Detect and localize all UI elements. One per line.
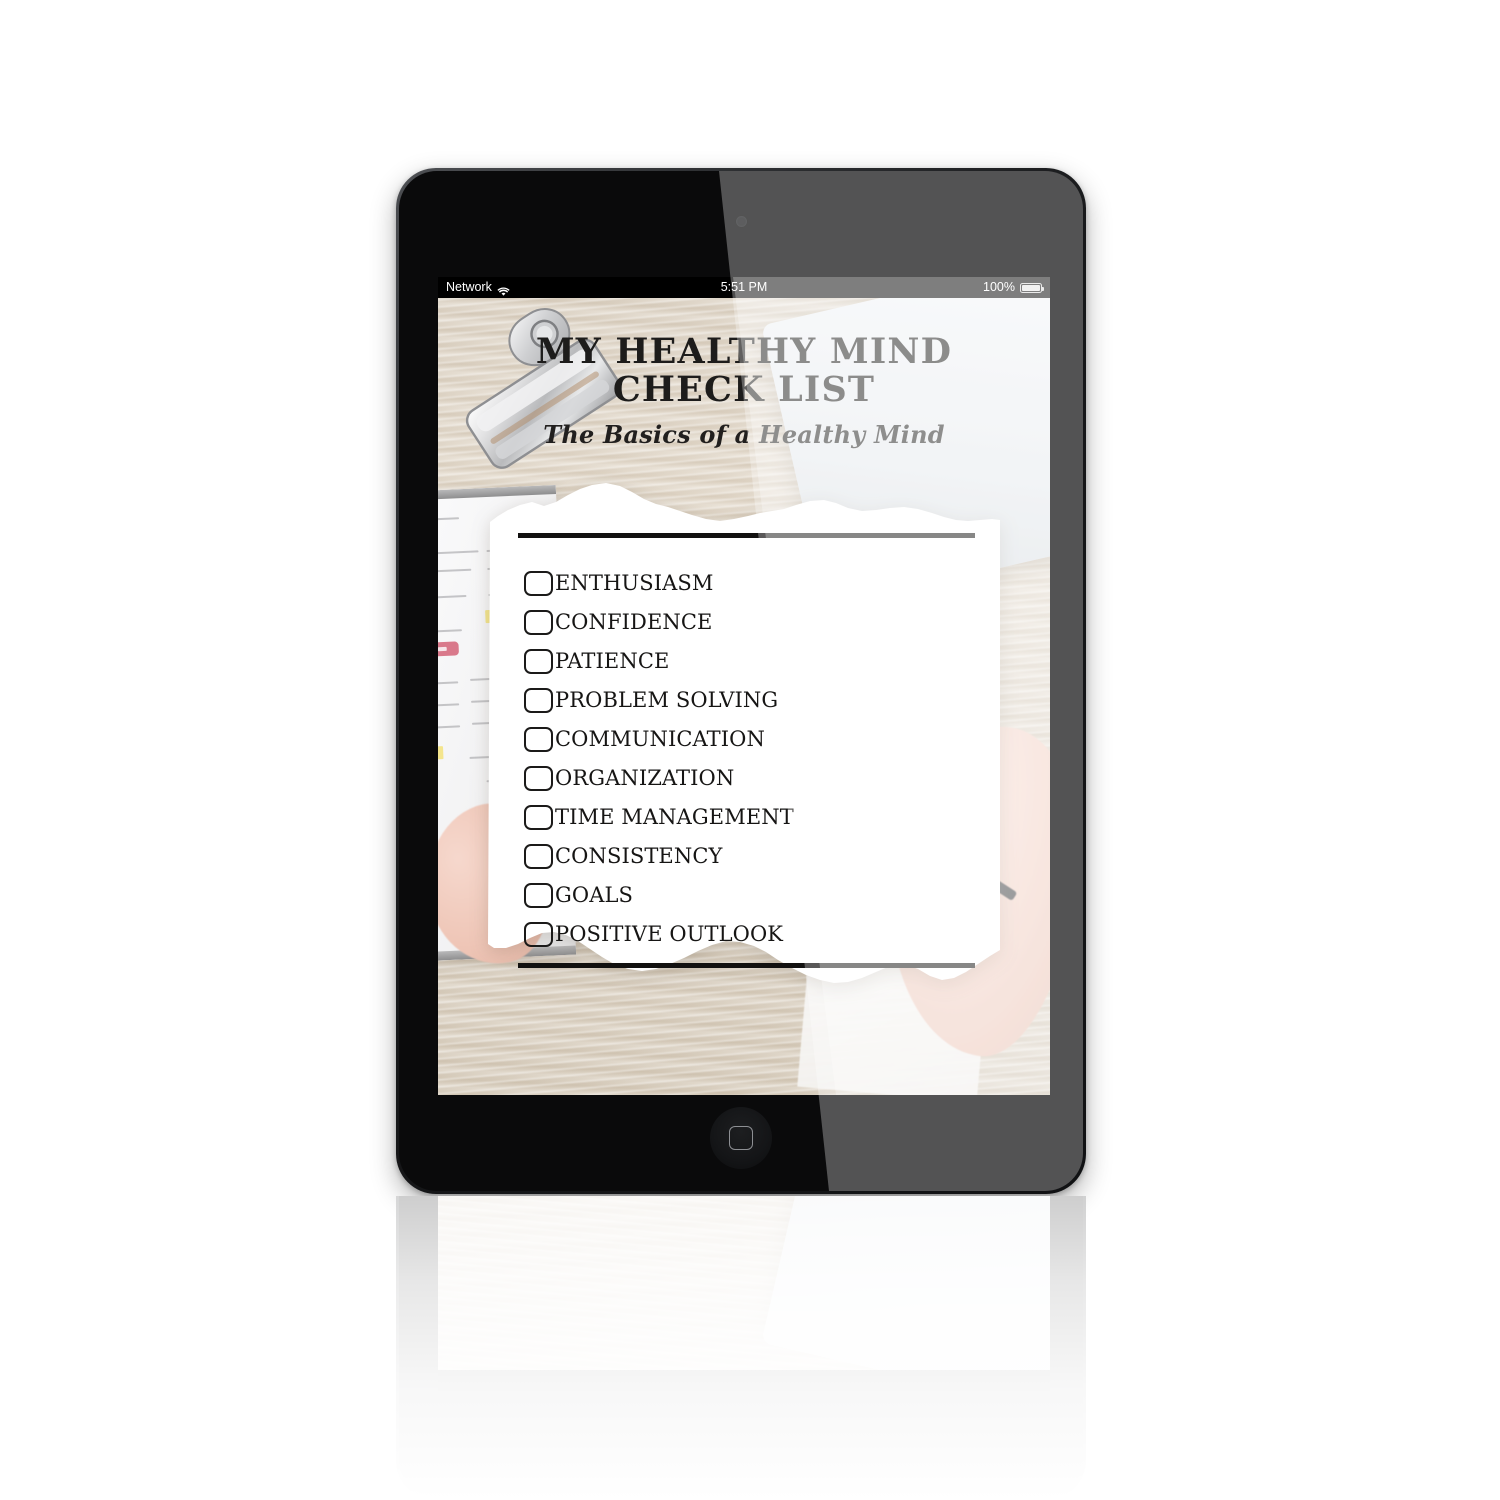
home-button[interactable]: [710, 1107, 772, 1169]
checkbox-goals[interactable]: [524, 883, 553, 908]
binder-clip-icon: [456, 304, 656, 479]
checkbox-patience[interactable]: [524, 649, 553, 674]
tablet-screen: Network 5:51 PM 100% MY HEALTHY MIND CHE…: [438, 277, 1050, 1095]
tablet-device: Network 5:51 PM 100% MY HEALTHY MIND CHE…: [396, 168, 1086, 1194]
bottom-divider-rule: [518, 963, 975, 968]
checklist-item[interactable]: PROBLEM SOLVING: [524, 681, 984, 720]
checkbox-enthusiasm[interactable]: [524, 571, 553, 596]
checklist-item-label: POSITIVE OUTLOOK: [555, 922, 784, 946]
home-button-glyph: [729, 1126, 753, 1150]
tablet-reflection: ENTHUSIASMCONFIDENCEPATIENCEPROBLEM SOLV…: [396, 1196, 1086, 1500]
top-divider-rule: [518, 533, 975, 538]
checklist-item-label: ENTHUSIASM: [555, 571, 714, 595]
torn-paper-sheet: ENTHUSIASM CONFIDENCE PATIENCE PROBLEM SOLV…: [484, 480, 1004, 1040]
battery-percent-label: 100%: [983, 280, 1015, 294]
checklist-item-label: TIME MANAGEMENT: [555, 805, 794, 829]
checklist-item-label: ORGANIZATION: [555, 766, 735, 790]
checklist-item-label: PROBLEM SOLVING: [555, 688, 779, 712]
front-camera-icon: [735, 216, 747, 227]
checklist: ENTHUSIASM CONFIDENCE PATIENCE PROBLEM SOLV…: [524, 564, 984, 954]
checklist-item[interactable]: GOALS: [524, 876, 984, 915]
sheet-content: ENTHUSIASM CONFIDENCE PATIENCE PROBLEM SOLV…: [484, 480, 1004, 1040]
status-bar: Network 5:51 PM 100%: [438, 277, 1050, 298]
checklist-item[interactable]: CONFIDENCE: [524, 603, 984, 642]
checklist-item[interactable]: POSITIVE OUTLOOK: [524, 915, 984, 954]
checkbox-time-management[interactable]: [524, 805, 553, 830]
checklist-item[interactable]: TIME MANAGEMENT: [524, 798, 984, 837]
checkbox-confidence[interactable]: [524, 610, 553, 635]
checklist-item[interactable]: CONSISTENCY: [524, 837, 984, 876]
reflection-fade-mask: [396, 1196, 1086, 1500]
checklist-item-label: CONFIDENCE: [555, 610, 713, 634]
canvas: Network 5:51 PM 100% MY HEALTHY MIND CHE…: [0, 0, 1500, 1500]
checklist-item[interactable]: ORGANIZATION: [524, 759, 984, 798]
checklist-item[interactable]: PATIENCE: [524, 642, 984, 681]
checklist-item[interactable]: COMMUNICATION: [524, 720, 984, 759]
checklist-item[interactable]: ENTHUSIASM: [524, 564, 984, 603]
checklist-item-label: COMMUNICATION: [555, 727, 765, 751]
checklist-item-label: GOALS: [555, 883, 633, 907]
tablet-bezel: Network 5:51 PM 100% MY HEALTHY MIND CHE…: [399, 171, 1083, 1191]
status-bar-clock: 5:51 PM: [720, 280, 768, 294]
checkbox-positive-outlook[interactable]: [524, 922, 553, 947]
checklist-item-label: PATIENCE: [555, 649, 670, 673]
checkbox-communication[interactable]: [524, 727, 553, 752]
battery-icon: [1020, 282, 1044, 293]
status-bar-right: 100%: [983, 277, 1044, 298]
checkbox-problem-solving[interactable]: [524, 688, 553, 713]
checkbox-consistency[interactable]: [524, 844, 553, 869]
checklist-item-label: CONSISTENCY: [555, 844, 723, 868]
checkbox-organization[interactable]: [524, 766, 553, 791]
checklist-page: MY HEALTHY MIND CHECK LIST The Basics of…: [438, 298, 1050, 1095]
